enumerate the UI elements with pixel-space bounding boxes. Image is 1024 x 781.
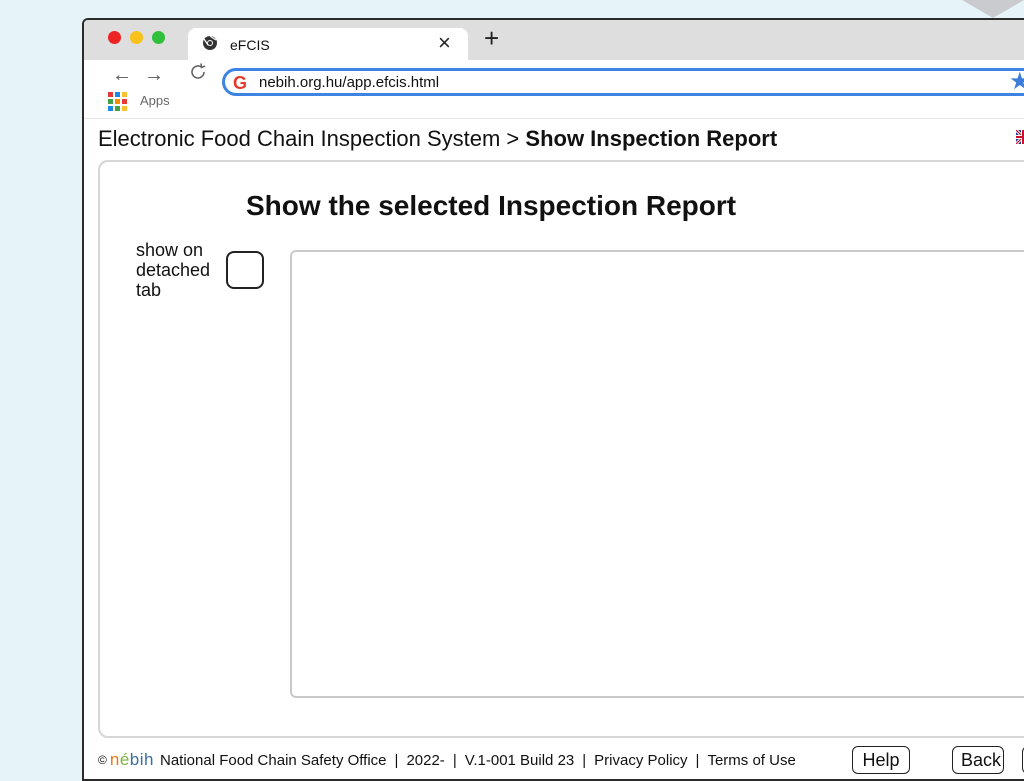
footer-divider: |	[582, 751, 587, 769]
apps-grid-icon[interactable]	[108, 92, 128, 112]
breadcrumb-separator: >	[500, 126, 526, 151]
back-button[interactable]: Back	[952, 746, 1004, 774]
nebih-logo: nébih	[109, 750, 154, 769]
terms-of-use-link[interactable]: Terms of Use	[707, 752, 795, 769]
copyright-icon: ©	[98, 753, 107, 767]
address-bar[interactable]: G nebih.org.hu/app.efcis.html ★	[222, 68, 1024, 96]
breadcrumb-root[interactable]: Electronic Food Chain Inspection System	[98, 126, 500, 151]
breadcrumb: Electronic Food Chain Inspection System …	[84, 118, 1024, 158]
footer-version: V.1-001 Build 23	[464, 751, 575, 769]
title-bar: eFCIS × +	[84, 20, 1024, 60]
page-title: Show the selected Inspection Report	[246, 190, 737, 221]
decorative-corner	[962, 0, 1024, 18]
footer: © nébih National Food Chain Safety Offic…	[84, 742, 1024, 778]
help-button[interactable]: Help	[852, 746, 910, 774]
back-arrow-icon[interactable]: ←	[112, 65, 132, 85]
close-icon[interactable]: ×	[438, 31, 451, 55]
footer-year: 2022-	[406, 751, 445, 769]
browser-window: eFCIS × + ← → Apps G nebih.org.hu/app.ef…	[82, 18, 1024, 781]
uk-flag-icon[interactable]	[1014, 128, 1024, 146]
breadcrumb-path: Electronic Food Chain Inspection System …	[98, 126, 777, 152]
tab-title: eFCIS	[230, 37, 270, 53]
star-icon[interactable]: ★	[1009, 67, 1024, 96]
apps-label[interactable]: Apps	[140, 93, 170, 108]
forward-arrow-icon[interactable]: →	[144, 65, 164, 85]
minimize-window-button[interactable]	[130, 31, 143, 44]
detached-tab-label: show on detached tab	[136, 240, 211, 300]
footer-info: © nébih National Food Chain Safety Offic…	[98, 750, 796, 770]
browser-tab[interactable]: eFCIS ×	[188, 28, 468, 60]
chrome-icon	[202, 35, 218, 56]
footer-org: National Food Chain Safety Office	[160, 751, 387, 769]
url-text[interactable]: nebih.org.hu/app.efcis.html	[259, 73, 439, 93]
footer-divider: |	[394, 751, 399, 769]
footer-divider: |	[452, 751, 457, 769]
maximize-window-button[interactable]	[152, 31, 165, 44]
privacy-policy-link[interactable]: Privacy Policy	[594, 752, 687, 769]
plus-icon[interactable]: +	[484, 25, 499, 51]
detached-tab-checkbox[interactable]	[226, 251, 264, 289]
browser-toolbar: ← → Apps G nebih.org.hu/app.efcis.html	[84, 60, 1024, 119]
close-window-button[interactable]	[108, 31, 121, 44]
footer-divider: |	[695, 751, 700, 769]
google-icon: G	[233, 73, 248, 93]
report-viewer[interactable]	[290, 250, 1024, 698]
reload-icon[interactable]	[188, 62, 208, 85]
breadcrumb-current: Show Inspection Report	[525, 126, 778, 151]
